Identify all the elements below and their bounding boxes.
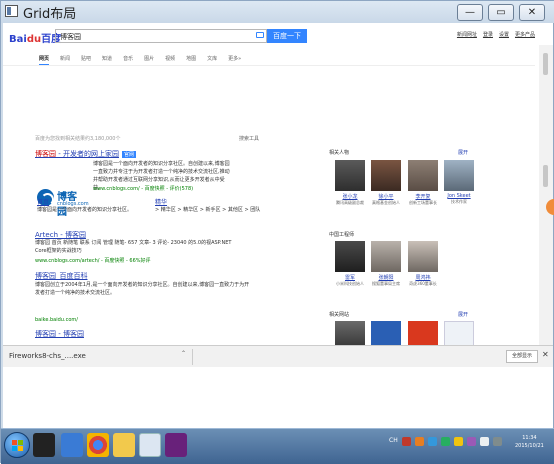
person-card[interactable]: 雷军 小米科技创始人 bbox=[335, 241, 369, 287]
sublink-title[interactable]: 首页 bbox=[37, 197, 49, 206]
result-url[interactable]: www.cnblogs.com/artech/ - 百度快照 - 66%好评 bbox=[35, 257, 151, 264]
tray-icon[interactable] bbox=[427, 437, 437, 446]
person-desc: 真格基金创始人 bbox=[372, 200, 400, 205]
lang-indicator[interactable]: CH bbox=[389, 437, 398, 446]
clock[interactable]: 11:34 2015/10/21 bbox=[515, 434, 544, 450]
visual-studio-icon[interactable] bbox=[165, 433, 187, 457]
person-card[interactable]: Jon Skeet 技术作家 bbox=[444, 160, 478, 205]
sublink-text: > 精华区 > 精华区 > 新手区 > 其他区 > 团队 bbox=[155, 207, 261, 213]
download-bar: Fireworks8-chs_....exe ⌃ 全部显示 ✕ bbox=[3, 345, 553, 367]
top-link[interactable]: 设置 bbox=[499, 31, 509, 38]
person-name[interactable]: 雷军 bbox=[335, 274, 365, 281]
search-input[interactable]: 博客园 bbox=[55, 29, 267, 43]
person-desc: 创新工场董事长 bbox=[409, 200, 437, 205]
clock-time: 11:34 bbox=[522, 435, 537, 441]
app-window: Grid布局 — ▭ ✕ Baidu百度 博客园 百度一下 新闻网址 登录 设置… bbox=[0, 0, 554, 464]
person-photo bbox=[371, 160, 401, 191]
taskbar-app-icon[interactable] bbox=[61, 433, 83, 457]
top-link[interactable]: 新闻网址 bbox=[457, 31, 477, 38]
start-button[interactable] bbox=[4, 432, 30, 458]
result-title[interactable]: 博客园_百度百科 bbox=[35, 271, 88, 281]
window-title: Grid布局 bbox=[23, 7, 77, 22]
scrollbar-thumb[interactable] bbox=[543, 165, 548, 187]
tray-icon[interactable] bbox=[440, 437, 450, 446]
person-card[interactable]: 张小龙 腾讯高级副总裁 bbox=[335, 160, 369, 206]
person-photo bbox=[371, 241, 401, 272]
person-name[interactable]: 李开复 bbox=[408, 193, 438, 200]
person-name[interactable]: 周鸿祎 bbox=[408, 274, 438, 281]
websites-heading: 相关网站 bbox=[329, 312, 350, 318]
tray-icon[interactable] bbox=[453, 437, 463, 446]
person-card[interactable]: 徐小平 真格基金创始人 bbox=[371, 160, 405, 206]
tray-icon[interactable] bbox=[401, 437, 411, 446]
divider bbox=[3, 65, 535, 66]
top-links: 新闻网址 登录 设置 更多产品 bbox=[457, 31, 535, 38]
page-blank-area bbox=[3, 367, 553, 428]
search-tools-link[interactable]: 搜索工具 bbox=[239, 135, 259, 142]
taskbar-app-icon[interactable] bbox=[139, 433, 161, 457]
engineers-heading: 中国工程师 bbox=[329, 232, 355, 238]
person-desc: 技术作家 bbox=[451, 199, 467, 204]
title-highlight: 博客园 bbox=[35, 150, 56, 158]
system-tray: CH bbox=[389, 437, 502, 446]
result-snippet: 博客园创立于2004年1月,是一个面向开发者的知识分享社区。自创建以来,博客园一… bbox=[35, 282, 250, 296]
chrome-icon[interactable] bbox=[87, 433, 109, 457]
result-url[interactable]: www.cnblogs.com/ - 百度快照 - 评价(578) bbox=[93, 185, 193, 192]
official-badge: 官网 bbox=[121, 151, 136, 158]
show-all-button[interactable]: 全部显示 bbox=[506, 350, 538, 363]
maximize-button[interactable]: ▭ bbox=[488, 4, 514, 21]
taskbar-app-icon[interactable] bbox=[33, 433, 55, 457]
sublink-text: 博客园是一个面向开发者的知识分享社区。 bbox=[37, 207, 133, 213]
close-icon[interactable]: ✕ bbox=[542, 350, 549, 359]
expand-link[interactable]: 展开 bbox=[458, 311, 468, 318]
person-name[interactable]: 徐小平 bbox=[371, 193, 401, 200]
person-name[interactable]: 张小龙 bbox=[335, 193, 365, 200]
person-photo bbox=[335, 160, 365, 191]
scrollbar-thumb[interactable] bbox=[543, 53, 548, 75]
download-item[interactable]: Fireworks8-chs_....exe bbox=[5, 349, 193, 365]
result-title[interactable]: 博客园 - 开发者的网上家园 官网 bbox=[35, 149, 136, 159]
person-desc: 搜狐董事局主席 bbox=[372, 281, 400, 286]
related-people-heading: 相关人物 bbox=[329, 150, 350, 156]
expand-link[interactable]: 展开 bbox=[458, 149, 468, 156]
search-button[interactable]: 百度一下 bbox=[267, 29, 307, 43]
results-count: 百度为您找到相关结果约3,180,000个 bbox=[35, 136, 121, 142]
volume-icon[interactable] bbox=[479, 437, 489, 446]
result-snippet: 博客园 首页 新随笔 联系 订阅 管理 随笔- 657 文章- 3 评论- 23… bbox=[35, 240, 232, 254]
tray-icon[interactable] bbox=[414, 437, 424, 446]
person-desc: 腾讯高级副总裁 bbox=[336, 200, 364, 205]
folder-icon[interactable] bbox=[113, 433, 135, 457]
result-url[interactable]: baike.baidu.com/ bbox=[35, 317, 78, 323]
logo-text-a: Bai bbox=[9, 34, 27, 45]
top-link[interactable]: 登录 bbox=[483, 31, 493, 38]
person-photo bbox=[444, 160, 474, 191]
top-link[interactable]: 更多产品 bbox=[515, 31, 535, 38]
app-icon bbox=[5, 5, 18, 17]
title-bar: Grid布局 — ▭ ✕ bbox=[1, 1, 554, 23]
person-desc: 奇虎360董事长 bbox=[409, 281, 437, 286]
person-card[interactable]: 周鸿祎 奇虎360董事长 bbox=[408, 241, 442, 287]
person-name[interactable]: 张朝阳 bbox=[371, 274, 401, 281]
person-card[interactable]: 李开复 创新工场董事长 bbox=[408, 160, 442, 206]
minimize-button[interactable]: — bbox=[457, 4, 483, 21]
result-title[interactable]: 博客园 - 博客园 bbox=[35, 329, 84, 339]
person-card[interactable]: 张朝阳 搜狐董事局主席 bbox=[371, 241, 405, 287]
taskbar: CH 11:34 2015/10/21 bbox=[1, 428, 554, 464]
network-icon[interactable] bbox=[492, 437, 502, 446]
chevron-up-icon[interactable]: ⌃ bbox=[181, 350, 186, 357]
person-photo bbox=[335, 241, 365, 272]
person-photo bbox=[408, 241, 438, 272]
logo-paw: du bbox=[26, 34, 42, 45]
sublink-title[interactable]: 精华 bbox=[155, 197, 167, 206]
tray-icon[interactable] bbox=[466, 437, 476, 446]
title-rest: - 开发者的网上家园 bbox=[56, 150, 119, 158]
clock-date: 2015/10/21 bbox=[515, 443, 544, 449]
baidu-logo[interactable]: Baidu百度 bbox=[9, 30, 61, 45]
close-button[interactable]: ✕ bbox=[519, 4, 545, 21]
person-photo bbox=[408, 160, 438, 191]
person-desc: 小米科技创始人 bbox=[336, 281, 364, 286]
camera-icon[interactable] bbox=[256, 32, 264, 38]
